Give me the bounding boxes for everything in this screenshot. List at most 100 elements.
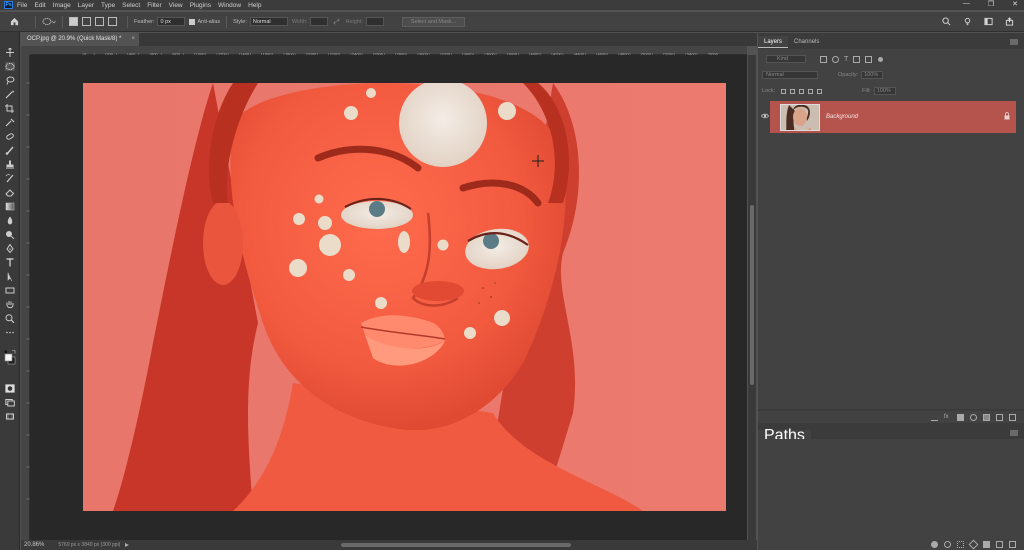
history-brush-icon[interactable] (5, 174, 15, 183)
menu-file[interactable]: File (17, 2, 27, 9)
add-selection-icon[interactable] (82, 17, 91, 26)
width-input[interactable] (310, 17, 329, 26)
vertical-scrollbar[interactable] (748, 55, 756, 540)
menu-filter[interactable]: Filter (147, 2, 161, 9)
style-select[interactable]: Normal (249, 17, 288, 26)
menu-image[interactable]: Image (53, 2, 71, 9)
document-info[interactable]: 5760 px x 3840 px (300 ppi) (58, 542, 120, 548)
eraser-icon[interactable] (5, 188, 15, 197)
fill-input[interactable]: 100% (873, 87, 896, 95)
quick-mask-icon[interactable] (5, 384, 15, 393)
document-canvas[interactable] (83, 83, 726, 511)
menu-window[interactable]: Window (218, 2, 241, 9)
adjustment-filter-icon[interactable] (832, 55, 839, 63)
menu-type[interactable]: Type (101, 2, 115, 9)
vertical-scroll-thumb[interactable] (750, 205, 754, 385)
menu-help[interactable]: Help (248, 2, 261, 9)
vertical-ruler[interactable] (21, 55, 30, 540)
lock-position-icon[interactable] (799, 88, 805, 94)
paths-menu-icon[interactable] (1010, 430, 1018, 436)
blend-mode-select[interactable]: Normal (762, 71, 818, 79)
type-icon[interactable] (5, 258, 15, 267)
smart-object-filter-icon[interactable] (865, 55, 873, 63)
panel-menu-icon[interactable] (1010, 39, 1018, 45)
horizontal-scroll-thumb[interactable] (341, 543, 571, 547)
blur-icon[interactable] (5, 216, 15, 225)
magic-wand-icon[interactable] (5, 90, 15, 99)
load-selection-icon[interactable] (957, 541, 964, 548)
eyedropper-icon[interactable] (5, 118, 15, 127)
zoom-level[interactable]: 20.86% (24, 542, 44, 548)
layer-name[interactable]: Background (826, 114, 858, 120)
eye-icon[interactable] (761, 113, 769, 119)
swap-icon[interactable] (332, 17, 341, 26)
layer-thumbnail[interactable] (780, 103, 820, 131)
more-icon[interactable] (5, 328, 15, 337)
hand-icon[interactable] (5, 300, 15, 309)
status-arrow-icon[interactable] (124, 542, 130, 548)
link-layers-icon[interactable] (931, 414, 938, 421)
document-tab[interactable]: OCP.jpg @ 20.9% (Quick Mask/8) * × (21, 33, 139, 46)
quick-mask-image[interactable] (83, 83, 726, 511)
menu-select[interactable]: Select (122, 2, 140, 9)
brush-icon[interactable] (5, 146, 15, 155)
feather-input[interactable]: 0 px (157, 17, 186, 26)
rectangle-icon[interactable] (5, 286, 15, 295)
path-select-icon[interactable] (5, 272, 15, 281)
add-mask-icon[interactable] (983, 541, 990, 548)
new-path-icon[interactable] (996, 541, 1003, 548)
select-and-mask-button[interactable]: Select and Mask... (401, 16, 466, 27)
minimize-button[interactable]: — (963, 0, 970, 8)
elliptical-marquee-tool-icon[interactable] (5, 62, 15, 71)
pixel-filter-icon[interactable] (820, 55, 827, 63)
lock-image-icon[interactable] (790, 88, 796, 94)
color-swatches-icon[interactable] (4, 350, 16, 366)
shape-filter-icon[interactable] (853, 55, 861, 63)
canvas-area[interactable] (30, 55, 747, 540)
opacity-input[interactable]: 100% (861, 71, 884, 79)
new-layer-icon[interactable] (996, 413, 1003, 421)
screen-mode-icon[interactable] (5, 398, 15, 407)
move-icon[interactable] (5, 48, 15, 57)
layer-style-icon[interactable]: fx (944, 414, 951, 421)
zoom-icon[interactable] (5, 314, 15, 323)
home-icon[interactable] (10, 17, 19, 26)
menu-view[interactable]: View (169, 2, 183, 9)
subtract-selection-icon[interactable] (95, 17, 104, 26)
layer-mask-icon[interactable] (957, 413, 964, 421)
close-button[interactable]: ✕ (1012, 0, 1018, 8)
dodge-icon[interactable] (5, 230, 15, 239)
horizontal-ruler[interactable]: 0 200 400 600 800 1000 1200 1400 1600 1800 2000 220… (30, 46, 747, 59)
share-icon[interactable] (1005, 17, 1014, 26)
lock-all-icon[interactable] (817, 88, 823, 94)
crop-icon[interactable] (5, 104, 15, 113)
new-group-icon[interactable] (983, 413, 990, 421)
elliptical-marquee-icon[interactable] (42, 17, 56, 26)
gradient-icon[interactable] (5, 202, 15, 211)
stamp-icon[interactable] (5, 160, 15, 169)
kind-filter-select[interactable]: Kind (766, 55, 806, 63)
delete-path-icon[interactable] (1009, 541, 1016, 548)
lock-artboard-icon[interactable] (808, 88, 814, 94)
antialias-checkbox[interactable] (189, 18, 196, 25)
lightbulb-icon[interactable] (963, 17, 972, 26)
pen-icon[interactable] (5, 244, 15, 253)
layer-row-background[interactable]: Background (761, 101, 1016, 133)
menu-plugins[interactable]: Plugins (190, 2, 211, 9)
filter-toggle-icon[interactable] (878, 56, 884, 62)
intersect-selection-icon[interactable] (108, 17, 117, 26)
close-tab-icon[interactable]: × (131, 33, 135, 46)
workspace-icon[interactable] (984, 17, 993, 26)
healing-brush-icon[interactable] (5, 132, 15, 141)
new-selection-icon[interactable] (69, 17, 78, 26)
tab-layers[interactable]: Layers (758, 36, 789, 48)
artboard-icon[interactable] (5, 412, 15, 421)
fill-path-icon[interactable] (931, 541, 938, 548)
height-input[interactable] (365, 17, 384, 26)
adjustment-layer-icon[interactable] (970, 413, 977, 421)
menu-layer[interactable]: Layer (78, 2, 94, 9)
lasso-icon[interactable] (5, 76, 15, 85)
stroke-path-icon[interactable] (944, 541, 951, 548)
type-filter-icon[interactable]: T (844, 56, 848, 63)
tab-channels[interactable]: Channels (788, 36, 825, 48)
